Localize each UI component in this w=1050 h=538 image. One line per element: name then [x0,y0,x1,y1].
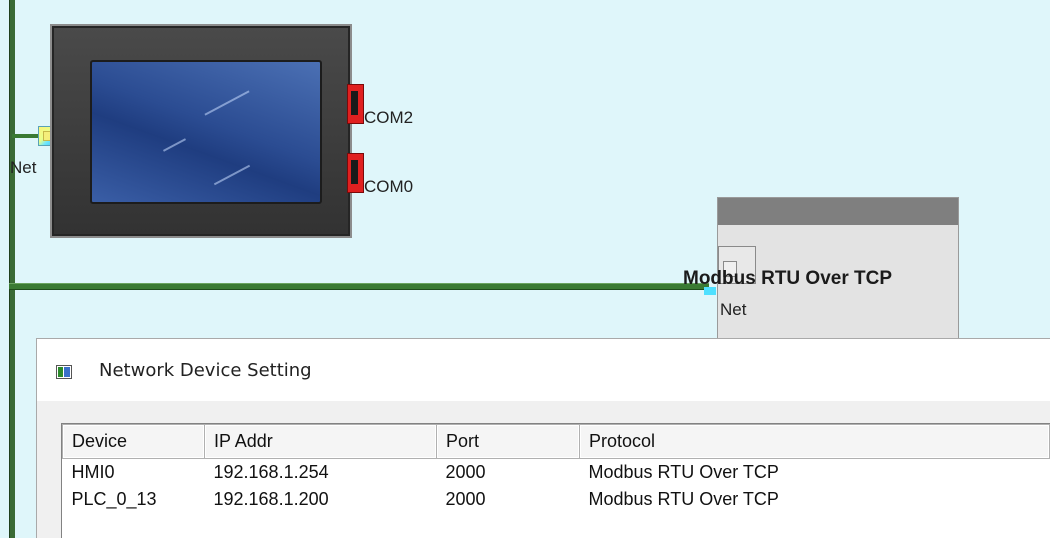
window-icon [56,365,72,379]
network-device-setting-dialog: Network Device Setting Device IP Addr Po… [36,338,1050,538]
hmi-screen [90,60,322,204]
cell-device: PLC_0_13 [71,489,157,509]
dialog-title: Network Device Setting [99,360,312,381]
column-header-port[interactable]: Port [436,424,580,459]
column-header-device[interactable]: Device [62,424,205,459]
cell-ip-addr: 192.168.1.200 [213,489,329,509]
plc-net-label: Net [720,300,747,319]
cell-protocol: Modbus RTU Over TCP [588,489,779,509]
hmi-device[interactable] [50,24,352,238]
table-row[interactable]: PLC_0_13 192.168.1.200 2000 Modbus RTU O… [63,486,1050,513]
table-row[interactable]: HMI0 192.168.1.254 2000 Modbus RTU Over … [63,459,1050,487]
com2-label: COM2 [364,108,414,127]
com0-port-icon[interactable] [347,153,364,193]
cell-device: HMI0 [71,462,115,482]
com0-label: COM0 [364,177,414,196]
column-header-ip-addr[interactable]: IP Addr [204,424,437,459]
device-table: Device IP Addr Port Protocol HMI0 192.16… [61,423,1050,538]
com2-port-icon[interactable] [347,84,364,124]
hmi-net-link [12,134,40,138]
plc-header-bar [718,198,958,225]
hmi-net-label: Net [10,158,37,177]
cell-port: 2000 [445,462,486,482]
network-diagram-canvas[interactable]: Net COM2 COM0 Modbus RTU Over TCP Net Ne… [0,0,1050,538]
plc-protocol-title: Modbus RTU Over TCP [683,268,893,289]
cell-protocol: Modbus RTU Over TCP [588,462,779,482]
cell-port: 2000 [445,489,486,509]
column-header-protocol[interactable]: Protocol [579,424,1050,459]
vertical-network-bus [9,0,15,538]
dialog-titlebar[interactable]: Network Device Setting [37,339,1050,401]
horizontal-network-link [9,283,709,290]
cell-ip-addr: 192.168.1.254 [213,462,329,482]
